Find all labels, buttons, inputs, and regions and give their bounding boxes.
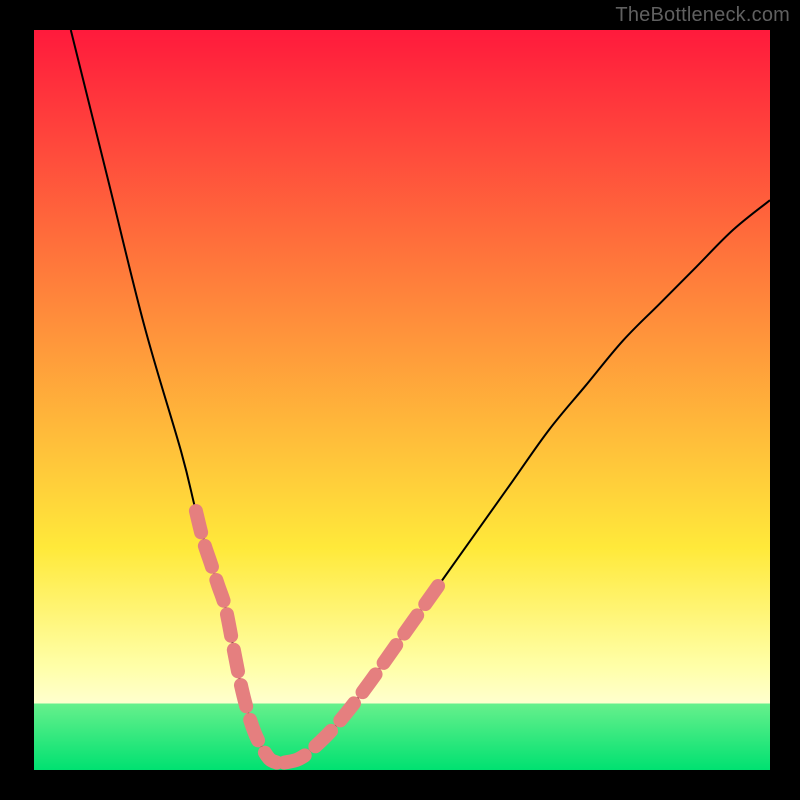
watermark-text: TheBottleneck.com	[615, 4, 790, 27]
chart-svg	[34, 30, 770, 770]
gradient-background	[34, 30, 770, 770]
chart-stage: TheBottleneck.com	[0, 0, 800, 800]
plot-area	[34, 30, 770, 770]
